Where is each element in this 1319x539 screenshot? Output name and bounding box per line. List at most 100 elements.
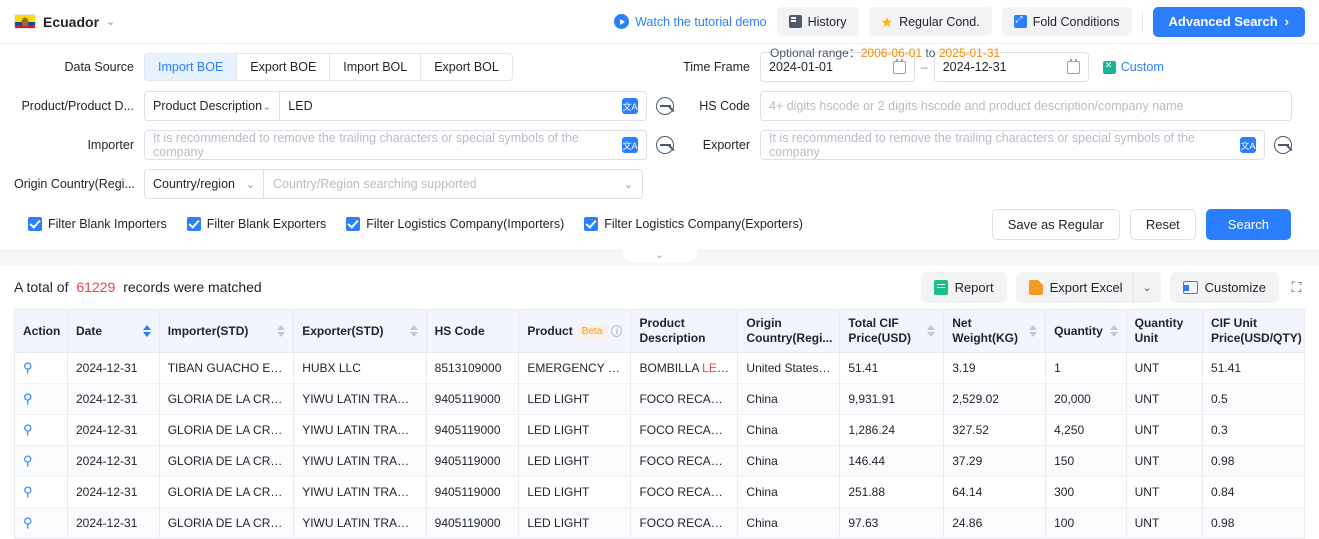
product-search-input[interactable]: LED 文A [280,91,647,121]
advanced-search-button[interactable]: Advanced Search › [1152,6,1305,37]
product-search-value: LED [288,99,313,113]
exporter-input[interactable]: It is recommended to remove the trailing… [760,130,1265,160]
table-row[interactable]: ⚲ 2024-12-31 TIBAN GUACHO EDI... HUBX LLC 85… [14,352,1305,384]
cell-action[interactable]: ⚲ [14,414,68,446]
cell-product[interactable]: LED LIGHT [518,445,632,477]
tab-export-boe[interactable]: Export BOE [237,54,331,80]
product-label: Product/Product D... [21,99,134,113]
advanced-search-label: Advanced Search [1168,14,1278,29]
cell-product[interactable]: LED LIGHT [518,507,632,539]
row-detail-search-icon[interactable]: ⚲ [23,515,33,530]
optional-range-to-word: to [922,46,939,60]
column-total-cif-price[interactable]: Total CIF Price(USD) [839,309,945,353]
cell-exporter[interactable]: YIWU LATIN TRADE... [293,383,427,415]
cell-importer[interactable]: GLORIA DE LA CRUZ [159,476,295,508]
cell-importer[interactable]: GLORIA DE LA CRUZ [159,383,295,415]
table-row[interactable]: ⚲ 2024-12-31 GLORIA DE LA CRUZ YIWU LATIN T… [14,476,1305,508]
results-toolbar: A total of 61229 records were matched Re… [14,265,1305,309]
cell-importer[interactable]: GLORIA DE LA CRUZ [159,445,295,477]
tab-export-bol[interactable]: Export BOL [421,54,512,80]
cell-product[interactable]: EMERGENCY FLA... [518,352,632,384]
importer-input[interactable]: It is recommended to remove the trailing… [144,130,647,160]
history-button[interactable]: History [776,7,859,36]
cell-action[interactable]: ⚲ [14,445,68,477]
fullscreen-icon[interactable]: ⛶ [1288,279,1305,296]
cell-action[interactable]: ⚲ [14,383,68,415]
watch-tutorial-label: Watch the tutorial demo [635,14,767,29]
sort-icon[interactable] [927,325,936,337]
checkbox-filter-blank-importers[interactable]: Filter Blank Importers [28,217,167,231]
row-detail-search-icon[interactable]: ⚲ [23,484,33,499]
translate-icon[interactable]: 文A [622,137,638,153]
tab-import-boe[interactable]: Import BOE [145,54,238,80]
column-net-weight[interactable]: Net Weight(KG) [943,309,1047,353]
regular-conditions-label: Regular Cond. [899,14,980,29]
customize-button[interactable]: Customize [1169,271,1279,303]
reset-button[interactable]: Reset [1129,208,1196,240]
product-minus-search-icon[interactable] [656,97,674,115]
collapse-form-toggle[interactable]: ⌄ [622,241,697,263]
cell-exporter[interactable]: YIWU LATIN TRADE... [293,476,427,508]
checkbox-filter-logistics-exporters[interactable]: Filter Logistics Company(Exporters) [584,217,803,231]
sort-icon[interactable] [142,325,151,337]
translate-icon[interactable]: 文A [1240,137,1256,153]
column-exporter[interactable]: Exporter(STD) [293,309,427,353]
table-row[interactable]: ⚲ 2024-12-31 GLORIA DE LA CRUZ YIWU LATIN T… [14,507,1305,539]
cell-product[interactable]: LED LIGHT [518,476,632,508]
search-button[interactable]: Search [1205,208,1291,240]
info-icon[interactable]: i [611,325,623,337]
row-detail-search-icon[interactable]: ⚲ [23,391,33,406]
export-excel-label: Export Excel [1049,279,1123,295]
table-row[interactable]: ⚲ 2024-12-31 GLORIA DE LA CRUZ YIWU LATIN T… [14,445,1305,477]
column-quantity[interactable]: Quantity [1045,309,1127,353]
cell-action[interactable]: ⚲ [14,352,68,384]
origin-type-select[interactable]: Country/region ⌄ [144,169,264,199]
report-icon [933,279,948,295]
report-label: Report [954,279,994,295]
translate-icon[interactable]: 文A [622,98,638,114]
custom-range-button[interactable]: Custom [1102,60,1164,74]
cell-exporter[interactable]: YIWU LATIN TRADE... [293,507,427,539]
cell-importer[interactable]: GLORIA DE LA CRUZ [159,414,295,446]
table-row[interactable]: ⚲ 2024-12-31 GLORIA DE LA CRUZ YIWU LATIN T… [14,414,1305,446]
row-detail-search-icon[interactable]: ⚲ [23,422,33,437]
row-detail-search-icon[interactable]: ⚲ [23,360,33,375]
row-detail-search-icon[interactable]: ⚲ [23,453,33,468]
exporter-minus-search-icon[interactable] [1274,136,1292,154]
cell-importer[interactable]: GLORIA DE LA CRUZ [159,507,295,539]
column-label: Origin Country(Regi... [746,316,833,345]
report-button[interactable]: Report [920,271,1007,303]
save-as-regular-button[interactable]: Save as Regular [991,208,1120,240]
watch-tutorial-link[interactable]: Watch the tutorial demo [614,14,767,29]
product-type-select[interactable]: Product Description ⌄ [144,91,281,121]
country-selector[interactable]: Ecuador ⌄ [14,14,115,30]
checkbox-filter-logistics-importers[interactable]: Filter Logistics Company(Importers) [346,217,564,231]
export-excel-button[interactable]: Export Excel [1015,271,1133,303]
sort-icon[interactable] [277,325,286,337]
cell-exporter[interactable]: YIWU LATIN TRADE... [293,445,427,477]
hs-code-input[interactable]: 4+ digits hscode or 2 digits hscode and … [760,91,1292,121]
cell-importer[interactable]: TIBAN GUACHO EDI... [159,352,295,384]
sort-icon[interactable] [1109,325,1118,337]
sort-icon[interactable] [1029,325,1038,337]
cell-origin-country: United States of [737,352,841,384]
cell-exporter[interactable]: HUBX LLC [293,352,427,384]
origin-country-select[interactable]: Country/Region searching supported ⌄ [264,169,643,199]
checkbox-filter-blank-exporters[interactable]: Filter Blank Exporters [186,217,326,231]
fold-conditions-button[interactable]: Fold Conditions [1001,7,1132,36]
column-date[interactable]: Date [67,309,160,353]
cell-product[interactable]: LED LIGHT [518,414,632,446]
video-play-icon [614,14,630,29]
column-importer[interactable]: Importer(STD) [159,309,295,353]
export-excel-dropdown[interactable]: ⌄ [1132,271,1161,303]
cell-product-description: FOCO RECARGA... [630,507,739,539]
cell-exporter[interactable]: YIWU LATIN TRADE... [293,414,427,446]
cell-action[interactable]: ⚲ [14,476,68,508]
table-row[interactable]: ⚲ 2024-12-31 GLORIA DE LA CRUZ YIWU LATIN T… [14,383,1305,415]
tab-import-bol[interactable]: Import BOL [330,54,422,80]
regular-conditions-button[interactable]: ★ Regular Cond. [868,7,992,36]
cell-product[interactable]: LED LIGHT [518,383,632,415]
cell-action[interactable]: ⚲ [14,507,68,539]
importer-minus-search-icon[interactable] [656,136,674,154]
sort-icon[interactable] [409,325,418,337]
